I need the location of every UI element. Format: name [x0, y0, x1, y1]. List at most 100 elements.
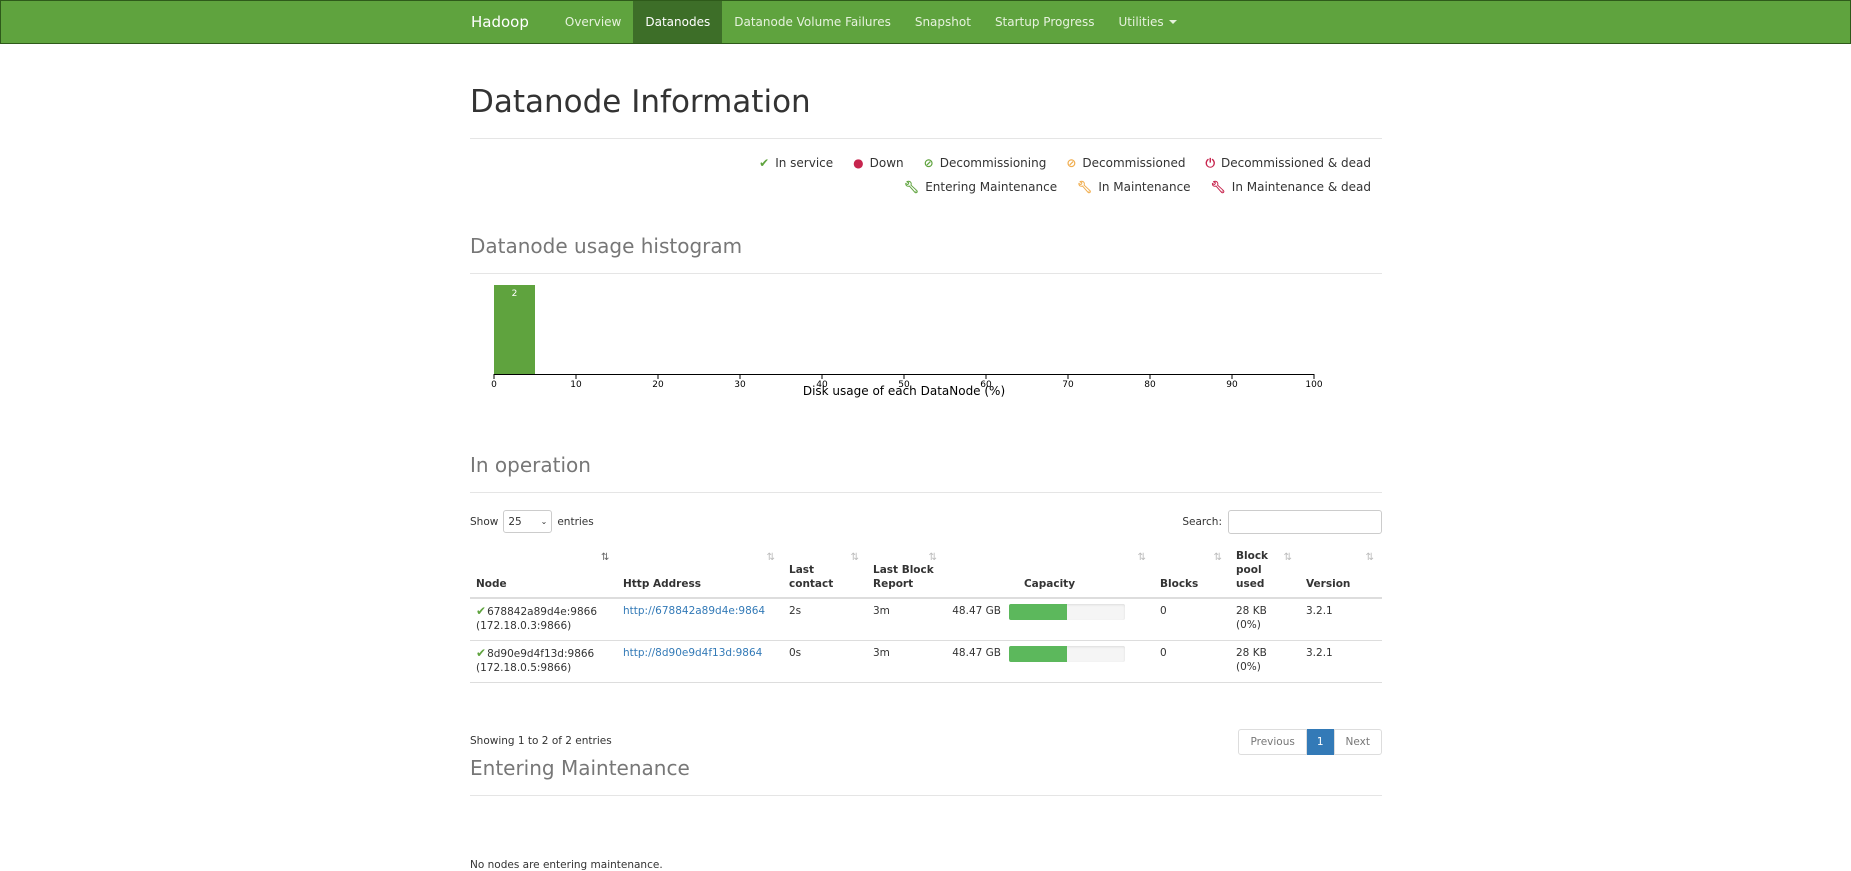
sort-icon: ⇅: [1283, 552, 1292, 563]
sort-icon: ⇅: [766, 552, 775, 563]
nav-item-volume-failures[interactable]: Datanode Volume Failures: [722, 1, 903, 43]
http-address-link[interactable]: http://678842a89d4e:9864: [623, 605, 765, 617]
nav-item-utilities[interactable]: Utilities: [1107, 1, 1189, 43]
divider: [470, 273, 1382, 274]
version-cell: 3.2.1: [1300, 598, 1382, 641]
sort-icon: ⇅: [1213, 552, 1222, 563]
entering-maintenance-heading: Entering Maintenance: [470, 756, 690, 780]
top-navbar: Hadoop Overview Datanodes Datanode Volum…: [0, 0, 1851, 44]
page-length-select[interactable]: 25 ⌄: [503, 510, 553, 533]
histogram-tick-label: 0: [491, 380, 497, 390]
legend-in-maintenance: 🔧︎ In Maintenance: [1077, 180, 1191, 194]
nav-item-overview[interactable]: Overview: [553, 1, 634, 43]
sort-icon: ⇅: [1365, 552, 1374, 563]
utilities-label: Utilities: [1118, 15, 1164, 29]
nav-item-snapshot[interactable]: Snapshot: [903, 1, 983, 43]
last-block-report-cell: 3m: [867, 598, 945, 641]
page-title: Datanode Information: [470, 84, 811, 120]
last-contact-cell: 2s: [783, 598, 867, 641]
capacity-bar-fill: [1009, 604, 1067, 620]
legend-decommissioning: ⊘ Decommissioning: [923, 156, 1047, 170]
http-cell: http://8d90e9d4f13d:9864: [617, 640, 783, 683]
node-cell: ✔678842a89d4e:9866 (172.18.0.3:9866): [470, 598, 617, 641]
in-operation-heading: In operation: [470, 453, 591, 477]
next-page-button[interactable]: Next: [1333, 729, 1382, 755]
block-pool-used-cell: 28 KB (0%): [1230, 640, 1300, 683]
no-nodes-text: No nodes are entering maintenance.: [470, 859, 663, 871]
sort-icon: ⇅: [928, 552, 937, 563]
histogram-tick-label: 90: [1226, 380, 1238, 390]
sort-icon: ⇅: [1137, 552, 1146, 563]
nav-item-datanodes[interactable]: Datanodes: [633, 1, 723, 43]
page-length-value: 25: [508, 515, 522, 528]
sort-icon: ⇅: [850, 552, 859, 563]
capacity-bar-fill: [1009, 645, 1067, 662]
table-row: ✔8d90e9d4f13d:9866 (172.18.0.5:9866) http…: [470, 640, 1382, 683]
legend-in-maintenance-dead: 🔧︎ In Maintenance & dead: [1210, 180, 1371, 194]
pagination: Previous 1 Next: [1238, 729, 1382, 755]
legend-in-service: ✔ In service: [759, 156, 834, 170]
legend-decommissioned: ⊘ Decommissioned: [1066, 156, 1186, 170]
wrench-icon: 🔧︎: [1077, 180, 1093, 194]
table-row: ✔678842a89d4e:9866 (172.18.0.3:9866) http…: [470, 598, 1382, 641]
divider: [470, 138, 1382, 139]
legend-row-1: ✔ In service ● Down ⊘ Decommissioning ⊘ Deco…: [759, 156, 1371, 171]
chevron-down-icon: ⌄: [540, 517, 548, 526]
page-1-button[interactable]: 1: [1306, 729, 1334, 755]
node-cell: ✔8d90e9d4f13d:9866 (172.18.0.5:9866): [470, 640, 617, 683]
histogram-tick-label: 100: [1305, 380, 1322, 390]
nav-item-startup-progress[interactable]: Startup Progress: [983, 1, 1107, 43]
legend-down: ● Down: [853, 156, 904, 170]
column-header-last-block-report[interactable]: Last Block Report ⇅: [867, 545, 945, 599]
table-header-row: Node ⇅ Http Address ⇅ Last contact ⇅ Last B…: [470, 545, 1382, 599]
column-header-version[interactable]: Version ⇅: [1300, 545, 1382, 599]
table-search: Search:: [1182, 510, 1382, 534]
capacity-cell: 48.47 GB: [945, 640, 1154, 683]
histogram-tick-label: 30: [734, 380, 746, 390]
column-header-capacity[interactable]: Capacity ⇅: [945, 545, 1154, 599]
exclamation-circle-icon: ●: [853, 156, 864, 170]
search-label: Search:: [1182, 516, 1222, 528]
legend-row-2: 🔧︎ Entering Maintenance 🔧︎ In Maintenance …: [904, 180, 1371, 194]
sort-asc-icon: ⇅: [601, 552, 610, 563]
column-header-node[interactable]: Node ⇅: [470, 545, 617, 599]
legend-entering-maintenance: 🔧︎ Entering Maintenance: [903, 180, 1058, 194]
check-icon: ✔: [476, 645, 487, 660]
previous-page-button[interactable]: Previous: [1238, 729, 1307, 755]
check-icon: ✔: [476, 604, 487, 618]
http-cell: http://678842a89d4e:9864: [617, 598, 783, 641]
column-header-last-contact[interactable]: Last contact ⇅: [783, 545, 867, 599]
caret-down-icon: [1168, 20, 1177, 24]
capacity-cell: 48.47 GB: [945, 598, 1154, 641]
divider: [470, 492, 1382, 493]
histogram-tick-label: 70: [1062, 380, 1074, 390]
histogram-tick-label: 80: [1144, 380, 1156, 390]
check-icon: ✔: [759, 156, 770, 170]
histogram-x-axis-label: Disk usage of each DataNode (%): [803, 384, 1005, 398]
usage-histogram: 2 0 10 20 30 40 50 60 70 80 90 100 Disk usage of e…: [491, 285, 1323, 398]
power-icon: ⏻: [1205, 156, 1215, 170]
histogram-tick-label: 20: [652, 380, 664, 390]
divider: [470, 795, 1382, 796]
ban-icon: ⊘: [1066, 156, 1077, 170]
brand-link[interactable]: Hadoop: [470, 1, 553, 43]
wrench-icon: 🔧︎: [1210, 180, 1226, 194]
show-label: Show: [470, 515, 499, 528]
datanode-table: Node ⇅ Http Address ⇅ Last contact ⇅ Last B…: [470, 545, 1382, 683]
table-info: Showing 1 to 2 of 2 entries: [470, 735, 612, 747]
last-block-report-cell: 3m: [867, 640, 945, 683]
search-input[interactable]: [1228, 510, 1382, 534]
column-header-http[interactable]: Http Address ⇅: [617, 545, 783, 599]
entries-label: entries: [557, 515, 594, 528]
column-header-block-pool-used[interactable]: Block pool used ⇅: [1230, 545, 1300, 599]
http-address-link[interactable]: http://8d90e9d4f13d:9864: [623, 647, 762, 659]
blocks-cell: 0: [1154, 640, 1230, 683]
nav-menu: Hadoop Overview Datanodes Datanode Volum…: [470, 1, 1189, 43]
capacity-bar: [1009, 604, 1125, 620]
blocks-cell: 0: [1154, 598, 1230, 641]
column-header-blocks[interactable]: Blocks ⇅: [1154, 545, 1230, 599]
length-control: Show 25 ⌄ entries: [470, 510, 594, 533]
capacity-bar: [1009, 645, 1125, 662]
block-pool-used-cell: 28 KB (0%): [1230, 598, 1300, 641]
last-contact-cell: 0s: [783, 640, 867, 683]
